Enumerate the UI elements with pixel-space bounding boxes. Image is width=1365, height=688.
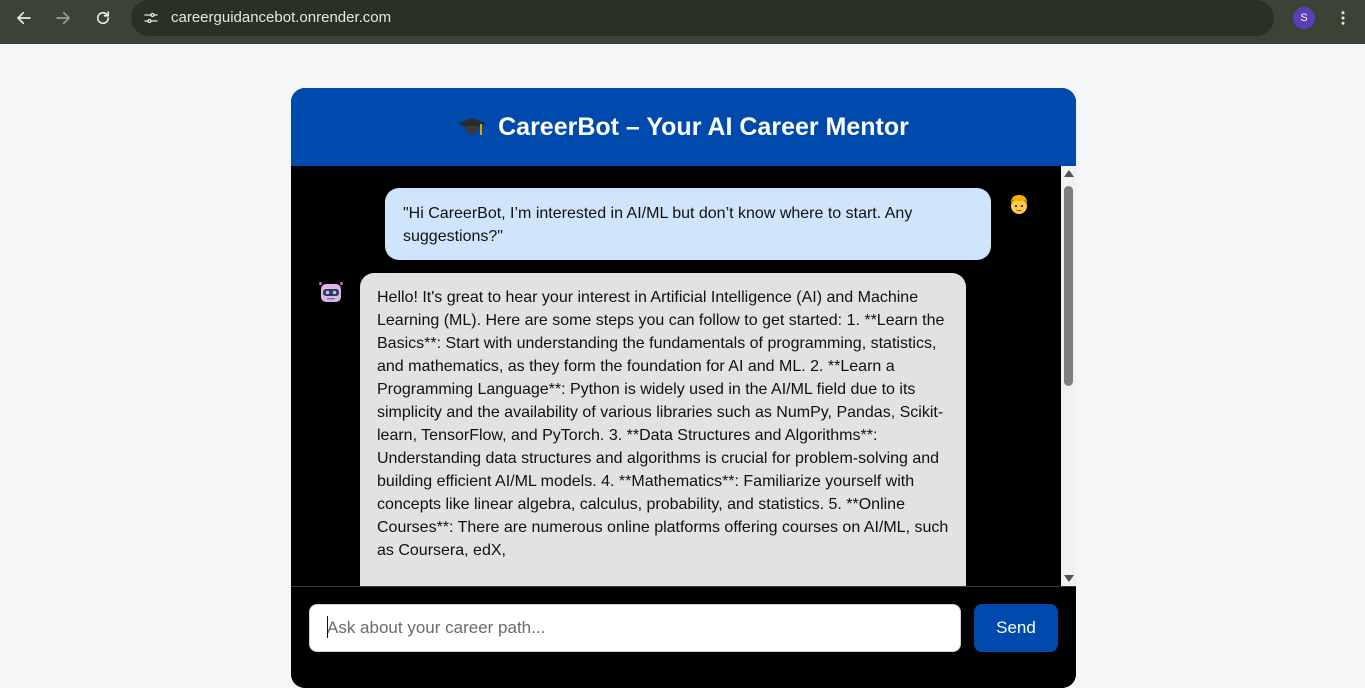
- input-divider: [291, 586, 1076, 587]
- address-bar[interactable]: careerguidancebot.onrender.com: [131, 0, 1274, 36]
- browser-toolbar: careerguidancebot.onrender.com S: [0, 0, 1365, 44]
- site-info-icon[interactable]: [139, 6, 163, 30]
- user-face-emoji-icon: [1006, 192, 1032, 218]
- robot-face-icon: [317, 278, 345, 306]
- more-vertical-icon[interactable]: [1331, 6, 1355, 30]
- user-message: "Hi CareerBot, I’m interested in AI/ML b…: [385, 188, 991, 260]
- url-text[interactable]: careerguidancebot.onrender.com: [171, 9, 391, 26]
- page-title: CareerBot – Your AI Career Mentor: [498, 112, 909, 141]
- scroll-up-arrow-icon[interactable]: [1064, 170, 1074, 177]
- user-message-text: "Hi CareerBot, I’m interested in AI/ML b…: [403, 205, 913, 245]
- bot-message: Hello! It's great to hear your interest …: [360, 273, 966, 586]
- chat-input[interactable]: [309, 604, 961, 652]
- forward-arrow-icon[interactable]: [51, 6, 75, 30]
- messages-panel[interactable]: "Hi CareerBot, I’m interested in AI/ML b…: [291, 166, 1061, 586]
- profile-initial: S: [1300, 12, 1308, 24]
- profile-avatar[interactable]: S: [1293, 7, 1315, 29]
- bot-message-text: Hello! It's great to hear your interest …: [377, 289, 949, 559]
- messages-scrollbar[interactable]: [1061, 166, 1076, 586]
- input-area: Send: [291, 586, 1076, 688]
- graduation-cap-icon: [458, 113, 487, 141]
- scroll-down-arrow-icon[interactable]: [1064, 575, 1074, 582]
- send-button[interactable]: Send: [974, 604, 1058, 652]
- text-caret: [327, 616, 328, 638]
- back-arrow-icon[interactable]: [12, 6, 36, 30]
- chat-card: CareerBot – Your AI Career Mentor "Hi Ca…: [291, 88, 1076, 688]
- chat-header: CareerBot – Your AI Career Mentor: [291, 88, 1076, 166]
- reload-icon[interactable]: [91, 6, 115, 30]
- scrollbar-thumb[interactable]: [1064, 186, 1073, 386]
